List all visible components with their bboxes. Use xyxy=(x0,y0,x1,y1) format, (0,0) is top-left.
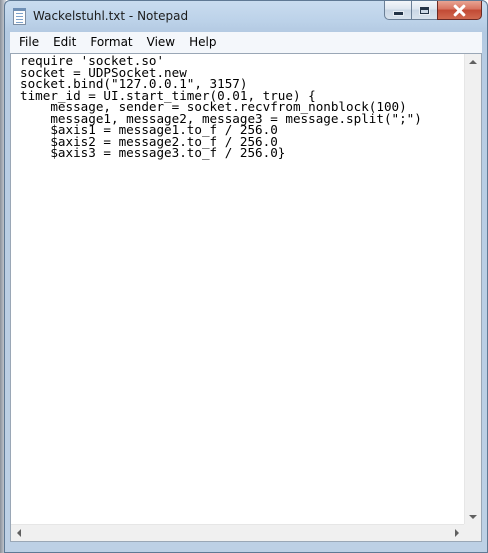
code-line: $axis3 = message3.to_f / 256.0} xyxy=(20,145,286,160)
menu-file[interactable]: File xyxy=(10,33,46,52)
vertical-scrollbar[interactable] xyxy=(464,54,481,525)
menu-view[interactable]: View xyxy=(140,33,182,52)
notepad-icon[interactable] xyxy=(13,8,26,25)
title-bar[interactable]: Wackelstuhl.txt - Notepad xyxy=(5,1,487,32)
close-button[interactable] xyxy=(437,1,482,20)
menu-help[interactable]: Help xyxy=(182,33,223,52)
scroll-up-arrow-icon[interactable] xyxy=(469,60,477,64)
window-title: Wackelstuhl.txt - Notepad xyxy=(33,9,189,23)
text-editor[interactable]: require 'socket.so' socket = UDPSocket.n… xyxy=(11,54,465,525)
menu-format[interactable]: Format xyxy=(83,33,139,52)
minimize-button[interactable] xyxy=(384,1,411,20)
scrollbar-corner xyxy=(464,524,481,541)
maximize-icon xyxy=(420,6,429,14)
maximize-button[interactable] xyxy=(411,1,437,20)
close-icon xyxy=(453,5,466,16)
editor-frame: require 'socket.so' socket = UDPSocket.n… xyxy=(10,53,482,542)
caption-buttons xyxy=(384,1,482,21)
minimize-icon xyxy=(393,11,403,15)
menu-edit[interactable]: Edit xyxy=(46,33,83,52)
horizontal-scrollbar[interactable] xyxy=(11,524,465,541)
notepad-window: Wackelstuhl.txt - Notepad File Edit Form… xyxy=(4,0,488,553)
menu-bar: File Edit Format View Help xyxy=(10,32,482,54)
scroll-right-arrow-icon[interactable] xyxy=(455,529,459,537)
scroll-down-arrow-icon[interactable] xyxy=(469,515,477,519)
scroll-left-arrow-icon[interactable] xyxy=(17,529,21,537)
